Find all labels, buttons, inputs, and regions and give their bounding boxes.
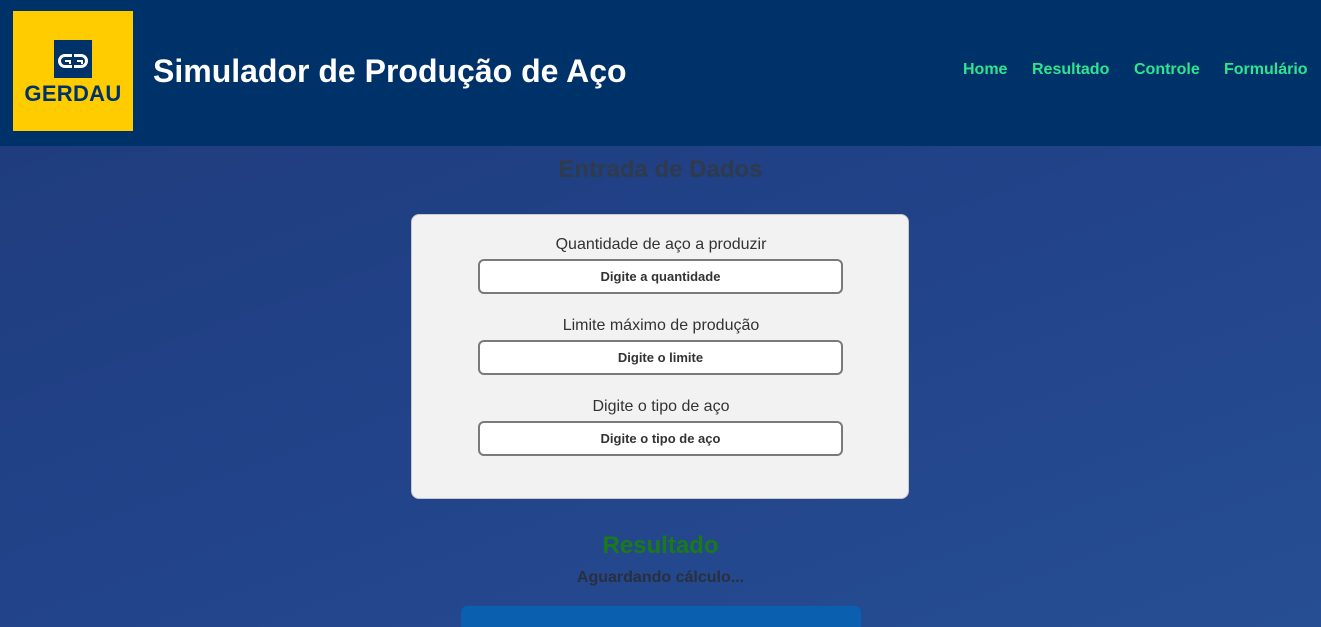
quantity-label: Quantidade de aço a produzir [555, 236, 767, 253]
nav-link-formulario[interactable]: Formulário [1224, 60, 1308, 80]
steel-type-input[interactable] [478, 421, 843, 456]
data-entry-form: Quantidade de aço a produzir Limite máxi… [411, 214, 909, 499]
steel-type-label: Digite o tipo de aço [592, 398, 730, 415]
nav-link-controle[interactable]: Controle [1134, 60, 1200, 80]
form-section-title: Entrada de Dados [558, 156, 763, 183]
nav-link-resultado[interactable]: Resultado [1032, 60, 1109, 80]
main-nav: Home Resultado Controle Formulário [0, 60, 1308, 82]
max-limit-input[interactable] [478, 340, 843, 375]
calculate-button[interactable] [461, 606, 861, 627]
max-limit-label: Limite máximo de produção [562, 317, 760, 334]
result-section-title: Resultado [602, 532, 719, 559]
app-header: GERDAU Simulador de Produção de Aço Home… [0, 0, 1321, 146]
quantity-input[interactable] [478, 259, 843, 294]
nav-link-home[interactable]: Home [963, 60, 1007, 80]
result-status-text: Aguardando cálculo... [576, 569, 745, 586]
logo-wordmark: GERDAU [24, 81, 122, 106]
